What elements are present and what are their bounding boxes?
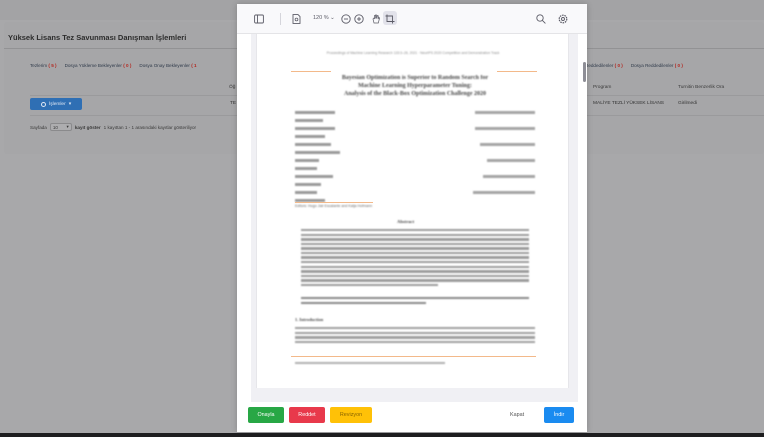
pdf-footnote bbox=[295, 362, 445, 365]
bottom-edge bbox=[0, 433, 764, 437]
zoom-out-icon[interactable] bbox=[341, 14, 351, 24]
pdf-section-body bbox=[295, 327, 535, 345]
pdf-page: Proceedings of Machine Learning Research… bbox=[256, 34, 569, 388]
pdf-underline bbox=[295, 202, 373, 203]
crop-icon[interactable] bbox=[385, 14, 395, 24]
approve-button[interactable]: Onayla bbox=[248, 407, 284, 423]
table-header-program: Program bbox=[593, 85, 612, 90]
pagination-info: Sayfada 10 ▾ kayıt göster 1 kayıttan 1 - … bbox=[30, 123, 197, 131]
pdf-abstract-title: Abstract bbox=[397, 219, 415, 224]
pdf-underline bbox=[291, 71, 331, 72]
page-size-select[interactable]: 10 ▾ bbox=[49, 123, 72, 131]
pdf-keywords bbox=[301, 297, 529, 306]
pdf-toolbar: 120 % ⌄ bbox=[237, 4, 587, 34]
download-button[interactable]: İndir bbox=[544, 407, 574, 423]
pdf-section-title: 1. Introduction bbox=[295, 317, 324, 322]
page-title: Yüksek Lisans Tez Savunması Danışman İşl… bbox=[8, 33, 187, 42]
tab-dosya-onay-bekleyenler[interactable]: Dosya Onay Bekleyenler ( 1 bbox=[139, 63, 196, 73]
close-button[interactable]: Kapat bbox=[510, 410, 524, 420]
chevron-down-icon: ▾ bbox=[68, 101, 72, 107]
toolbar-separator bbox=[280, 13, 281, 25]
pdf-running-header: Proceedings of Machine Learning Research… bbox=[326, 51, 500, 55]
table-cell-turnitin: Girilmedi bbox=[678, 101, 697, 106]
revision-button[interactable]: Revizyon bbox=[330, 407, 372, 423]
reject-button[interactable]: Reddet bbox=[289, 407, 325, 423]
tab-dosya-yukleme-bekleyenler[interactable]: Dosya Yükleme Bekleyenler ( 0 ) bbox=[65, 63, 132, 73]
pdf-footnote-rule bbox=[291, 356, 536, 357]
pdf-abstract-body bbox=[301, 229, 529, 289]
zoom-in-icon[interactable] bbox=[354, 14, 364, 24]
tab-tezlerim[interactable]: Tezlerim ( 5 ) bbox=[30, 63, 57, 73]
pdf-underline bbox=[497, 71, 537, 72]
table-header-turnitin: Turnitin Benzerlik Ora bbox=[678, 85, 725, 90]
pdf-canvas-area[interactable]: Proceedings of Machine Learning Research… bbox=[251, 34, 586, 402]
tab-reddedilenler[interactable]: Reddedilenler ( 0 ) bbox=[585, 63, 623, 68]
sidebar-toggle-icon[interactable] bbox=[254, 14, 264, 24]
table-cell-student: TE bbox=[230, 101, 237, 106]
pdf-editor-line: Editors: Hugo Jair Escalante and Katja H… bbox=[295, 204, 373, 208]
hand-tool-icon[interactable] bbox=[371, 14, 381, 24]
table-header-ogrenci: Öğ bbox=[229, 85, 236, 90]
table-cell-program: MALİYE TEZLİ YÜKSEK LİSANS bbox=[593, 101, 665, 106]
chevron-down-icon: ▾ bbox=[66, 124, 69, 129]
actions-dropdown-button[interactable]: İşlemler ▾ bbox=[30, 98, 82, 110]
pdf-authors bbox=[295, 109, 535, 205]
pdf-viewer-modal: 120 % ⌄ Proceedings of Machine Learning … bbox=[237, 4, 587, 432]
status-tabs-right: Reddedilenler ( 0 ) Dosya Reddedilenler … bbox=[585, 63, 683, 68]
page-icon[interactable] bbox=[292, 14, 301, 24]
settings-icon[interactable] bbox=[558, 14, 568, 24]
pdf-scrollbar[interactable] bbox=[583, 62, 586, 82]
status-tabs: Tezlerim ( 5 ) Dosya Yükleme Bekleyenler… bbox=[30, 63, 197, 73]
gear-icon bbox=[40, 101, 46, 107]
tab-dosya-reddedilenler[interactable]: Dosya Reddedilenler ( 0 ) bbox=[631, 63, 683, 68]
zoom-level-select[interactable]: 120 % ⌄ bbox=[313, 15, 335, 21]
search-icon[interactable] bbox=[536, 14, 546, 24]
pdf-title: Bayesian Optimization is Superior to Ran… bbox=[341, 75, 489, 97]
